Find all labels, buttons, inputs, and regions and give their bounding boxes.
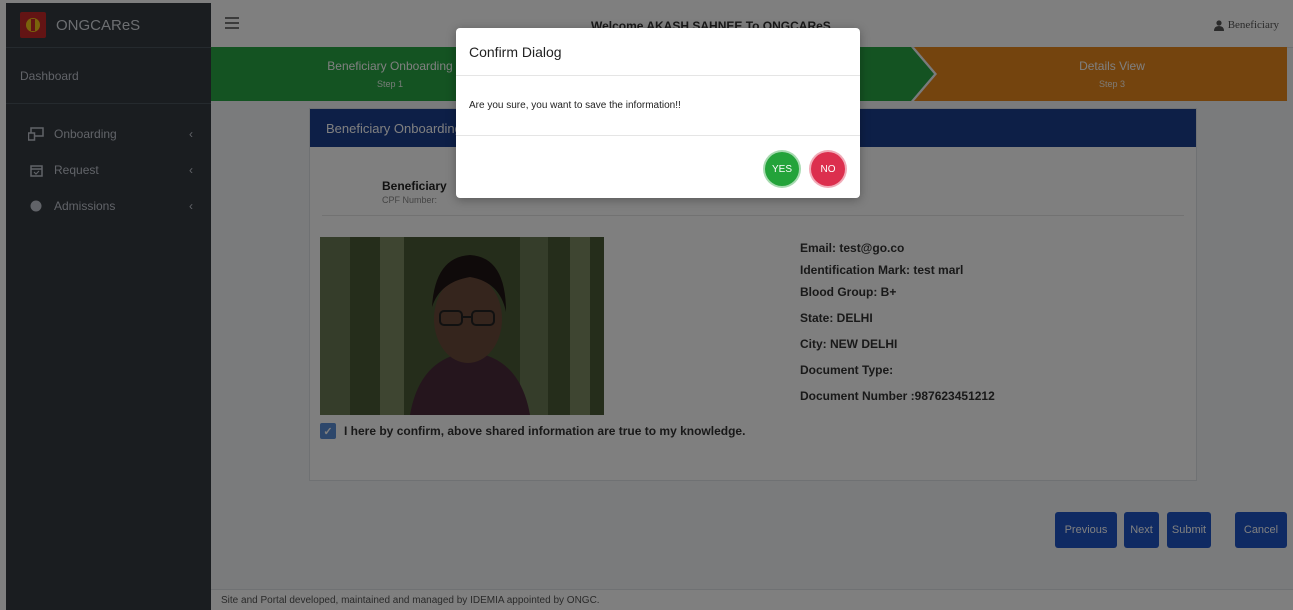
yes-button[interactable]: YES [763,150,801,188]
dialog-message: Are you sure, you want to save the infor… [456,76,860,136]
dialog-title: Confirm Dialog [456,28,860,76]
confirm-dialog: Confirm Dialog Are you sure, you want to… [456,28,860,198]
no-button[interactable]: NO [809,150,847,188]
